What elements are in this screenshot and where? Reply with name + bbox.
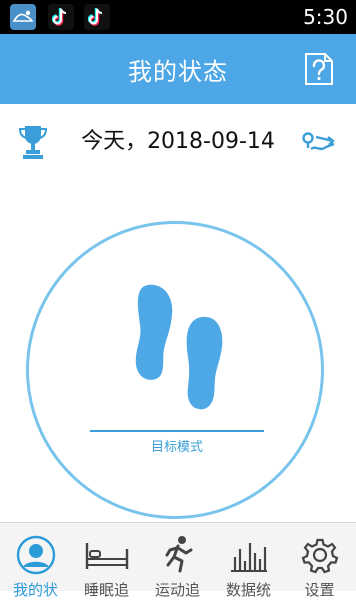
tab-statistics[interactable]: 数据统 (213, 523, 284, 599)
runner-icon (165, 536, 193, 573)
status-time: 5:30 (303, 5, 348, 29)
app-bar: 我的状态 (0, 34, 356, 104)
status-bar: 5:30 (0, 0, 356, 34)
tab-settings[interactable]: 设置 (284, 523, 355, 599)
trophy-button[interactable] (18, 124, 48, 160)
person-icon (16, 535, 56, 575)
route-icon (302, 132, 335, 151)
tab-sleep[interactable]: 睡眠追 (71, 523, 142, 599)
bottom-tab-bar: 我的状 睡眠追 运动追 数据统 设置 (0, 522, 356, 599)
trophy-icon (18, 126, 48, 159)
tab-exercise[interactable]: 运动追 (142, 523, 213, 599)
route-button[interactable] (302, 130, 336, 156)
help-button[interactable] (304, 52, 334, 86)
question-mark-doc-icon (305, 53, 333, 85)
gear-icon (301, 538, 339, 574)
bed-icon (85, 543, 129, 569)
date-row: 今天，2018-09-14 (0, 104, 356, 180)
footprints-icon (130, 283, 224, 411)
mode-label[interactable]: 目标模式 (90, 436, 264, 455)
tab-my-status[interactable]: 我的状 (0, 523, 71, 599)
bar-chart-icon (231, 543, 267, 572)
mode-divider (90, 430, 264, 432)
tiktok-icon (84, 4, 110, 30)
tiktok-icon (48, 4, 74, 30)
page-title: 我的状态 (128, 57, 228, 86)
current-date: 今天，2018-09-14 (81, 129, 275, 154)
shoe-app-icon (10, 4, 36, 30)
